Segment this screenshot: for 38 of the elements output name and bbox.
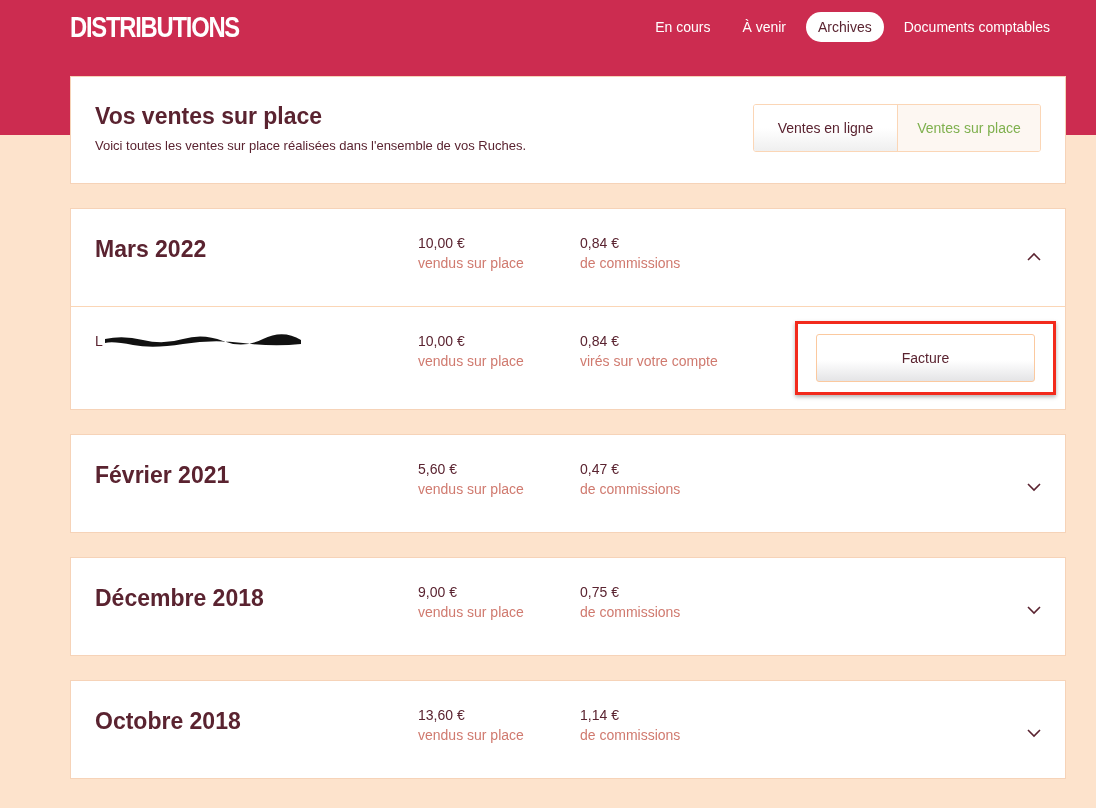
nav-tab[interactable]: À venir xyxy=(730,12,798,42)
sales-label: vendus sur place xyxy=(418,727,525,743)
chevron-down-icon[interactable] xyxy=(1027,606,1041,615)
hive-name: L xyxy=(95,333,103,349)
invoice-button[interactable]: Facture xyxy=(816,334,1035,382)
chevron-down-icon[interactable] xyxy=(1027,483,1041,492)
month-title: Octobre 2018 xyxy=(95,707,242,735)
brand-logo[interactable]: DISTRIBUTIONS xyxy=(70,10,239,44)
commission-label: de commissions xyxy=(580,604,682,620)
sales-amount: 13,60 € xyxy=(418,707,466,723)
nav-tab[interactable]: Documents comptables xyxy=(891,12,1062,42)
nav-tab[interactable]: En cours xyxy=(643,12,723,42)
month-title: Mars 2022 xyxy=(95,235,208,263)
commission-amount: 0,84 € xyxy=(580,235,620,251)
chevron-up-icon[interactable] xyxy=(1027,252,1041,261)
sales-label: vendus sur place xyxy=(418,353,525,369)
page-title: Vos ventes sur place xyxy=(95,103,324,130)
commission-label: de commissions xyxy=(580,255,682,271)
sales-label: vendus sur place xyxy=(418,604,525,620)
month-title: Février 2021 xyxy=(95,461,231,489)
commission-amount: 1,14 € xyxy=(580,707,620,723)
month-title: Décembre 2018 xyxy=(95,584,265,612)
sales-label: vendus sur place xyxy=(418,481,525,497)
sales-amount: 5,60 € xyxy=(418,461,458,477)
commission-amount: 0,84 € xyxy=(580,333,620,349)
nav-tab[interactable]: Archives xyxy=(806,12,884,42)
sales-amount: 10,00 € xyxy=(418,333,466,349)
commission-label: de commissions xyxy=(580,481,682,497)
commission-amount: 0,47 € xyxy=(580,461,620,477)
page-description: Voici toutes les ventes sur place réalisées dans l'ensemble de vos Ruches. xyxy=(95,138,526,153)
channel-toggle-button[interactable]: Ventes en ligne xyxy=(754,105,897,151)
chevron-down-icon[interactable] xyxy=(1027,729,1041,738)
commission-amount: 0,75 € xyxy=(580,584,620,600)
commission-label: virés sur votre compte xyxy=(580,353,719,369)
sales-amount: 9,00 € xyxy=(418,584,458,600)
sales-amount: 10,00 € xyxy=(418,235,466,251)
commission-label: de commissions xyxy=(580,727,682,743)
sales-label: vendus sur place xyxy=(418,255,525,271)
